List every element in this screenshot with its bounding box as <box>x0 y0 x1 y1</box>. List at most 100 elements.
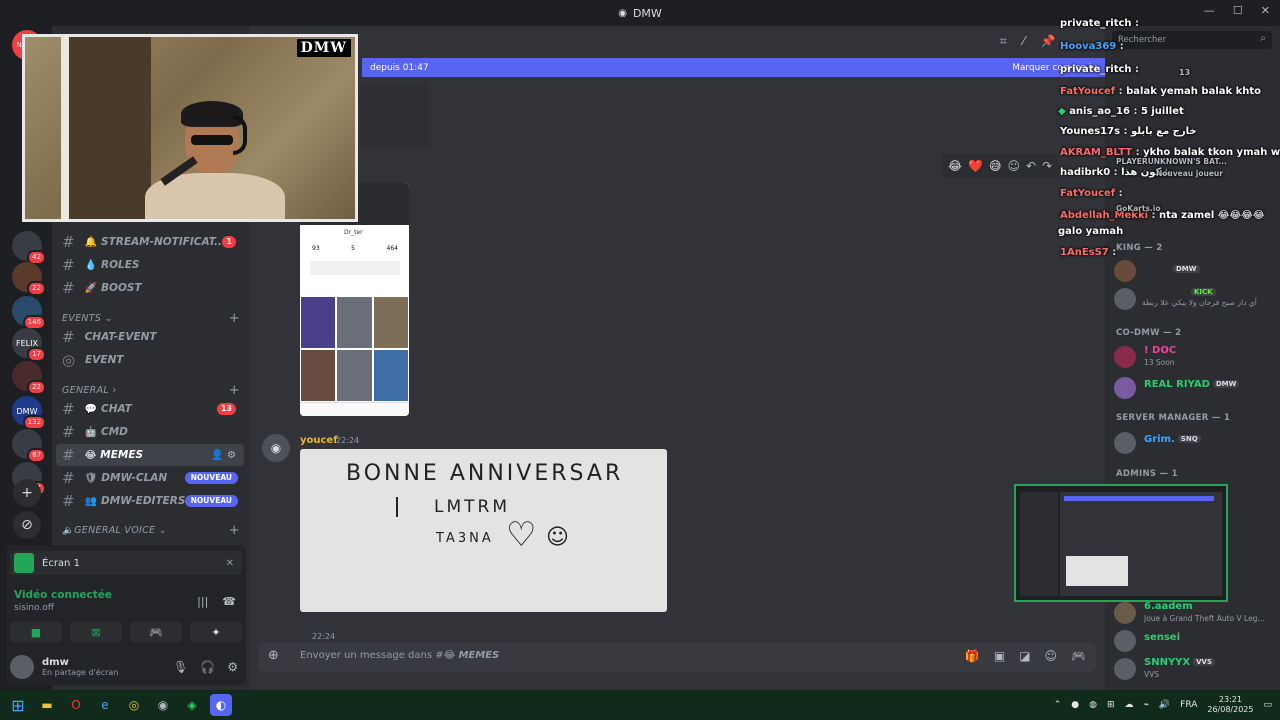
heart-emoji-icon[interactable]: ❤️ <box>968 159 983 173</box>
maximize-button[interactable]: ☐ <box>1233 4 1243 17</box>
clan-icon: 🛡 <box>84 472 98 484</box>
gif-icon[interactable]: ▣ <box>994 649 1005 663</box>
channel-boost[interactable]: # 🚀 BOOST <box>56 277 244 299</box>
member-item[interactable]: REAL RIYAD DMW <box>1114 375 1274 399</box>
channel-chat[interactable]: # 💬 CHAT 13 <box>56 398 244 420</box>
add-channel-icon[interactable]: + <box>229 383 240 398</box>
avatar <box>1114 432 1136 454</box>
camera-button[interactable]: ■ <box>10 622 62 642</box>
message-composer[interactable]: ⊕ Envoyer un message dans #😂 MEMES 🎁 ▣ ◪… <box>258 642 1096 672</box>
volume-icon[interactable]: 🔊 <box>1159 700 1170 710</box>
file-explorer-icon[interactable]: ▬ <box>36 694 58 716</box>
member-item[interactable]: sensei <box>1114 628 1274 652</box>
disconnect-icon[interactable]: ☎ <box>222 595 236 608</box>
add-attachment-icon[interactable]: ⊕ <box>268 648 279 663</box>
member-item[interactable]: KICK أي دار صبح فرحان ولا يبكي علا ربطة <box>1114 286 1274 310</box>
unread-banner[interactable]: depuis 01:47 Marquer comme lu <box>362 58 1107 77</box>
pin-icon[interactable]: 📌 <box>1041 34 1056 49</box>
add-reaction-icon[interactable]: ☺ <box>1008 159 1021 173</box>
settings-gear-icon[interactable]: ⚙ <box>227 660 238 674</box>
activity-button[interactable]: 🎮 <box>130 622 182 642</box>
explore-servers-button[interactable]: ⊘ <box>13 511 41 539</box>
overlay-message: ◆ anis_ao_16 : 5 juillet <box>1058 106 1184 117</box>
server-icon[interactable]: 42 <box>12 231 46 265</box>
tray-app-icon[interactable]: ◍ <box>1089 700 1097 710</box>
drawing-attachment[interactable]: BONNE ANNIVERSAR LMTRM TA3NA ♡ ☺ <box>300 449 667 612</box>
category-events[interactable]: EVENTS ⌄ + <box>62 311 244 326</box>
server-icon[interactable]: 87 <box>12 429 46 463</box>
member-item[interactable]: 6.aadem Joue à Grand Theft Auto V Leg... <box>1114 600 1274 624</box>
gift-icon[interactable]: 🎁 <box>965 649 980 663</box>
avatar[interactable]: ◉ <box>262 434 290 462</box>
tray-app-icon[interactable]: ● <box>1071 700 1079 710</box>
add-server-button[interactable]: + <box>13 479 41 507</box>
member-item[interactable]: DMW <box>1114 258 1274 282</box>
app-icon[interactable]: ◈ <box>181 694 203 716</box>
threads-icon[interactable]: ⌗ <box>1000 34 1007 49</box>
voice-status[interactable]: Vidéo connectée <box>14 589 112 601</box>
server-icon[interactable]: 146 <box>12 296 46 330</box>
member-name: ! DOC <box>1144 345 1177 356</box>
soundboard-button[interactable]: ✦ <box>190 622 242 642</box>
minimize-button[interactable]: — <box>1204 4 1215 17</box>
share-screen-button[interactable]: ⊠ <box>70 622 122 642</box>
opera-icon[interactable]: O <box>65 694 87 716</box>
member-item[interactable]: Grim. SNQ <box>1114 430 1274 454</box>
edge-icon[interactable]: e <box>94 694 116 716</box>
category-general[interactable]: GENERAL › + <box>62 383 244 398</box>
signal-icon[interactable]: ||| <box>197 595 208 608</box>
obs-icon[interactable]: ◉ <box>152 694 174 716</box>
new-badge: NOUVEAU <box>184 472 238 484</box>
chrome-icon[interactable]: ◎ <box>123 694 145 716</box>
discord-icon[interactable]: ◐ <box>210 694 232 716</box>
game-icon[interactable]: 🎮 <box>1071 649 1086 663</box>
sticker-icon[interactable]: ◪ <box>1019 649 1030 663</box>
network-icon[interactable]: ⌁ <box>1144 700 1149 710</box>
clock[interactable]: 23:21 26/08/2025 <box>1207 695 1253 715</box>
channel-roles[interactable]: # 💧 ROLES <box>56 254 244 276</box>
message-author[interactable]: youcef <box>300 435 338 446</box>
tray-app-icon[interactable]: ☁ <box>1125 700 1134 710</box>
search-input[interactable]: Rechercher ⌕ <box>1112 31 1272 49</box>
sweat-smile-emoji-icon[interactable]: 😅 <box>989 159 1002 173</box>
chevron-up-icon[interactable]: ⌃ <box>1054 700 1062 710</box>
previous-attachment[interactable] <box>360 82 430 148</box>
channel-chat-event[interactable]: # CHAT-EVENT <box>56 326 244 348</box>
screen-share-row[interactable]: Écran 1 ✕ <box>10 551 242 575</box>
emoji-icon[interactable]: ☺ <box>1045 649 1058 663</box>
notification-icon[interactable]: ▭ <box>1263 700 1272 710</box>
close-button[interactable]: ✕ <box>1261 4 1270 17</box>
server-icon[interactable]: 22 <box>12 361 46 395</box>
category-label: EVENTS <box>62 313 102 324</box>
forward-icon[interactable]: ↷ <box>1042 159 1052 173</box>
language-indicator[interactable]: FRA <box>1180 700 1197 710</box>
add-channel-icon[interactable]: + <box>229 523 240 538</box>
microphone-icon[interactable]: 🎙 <box>173 660 188 674</box>
member-item[interactable]: ! DOC 13 Soon <box>1114 344 1274 368</box>
channel-cmd[interactable]: # 🤖 CMD <box>56 421 244 443</box>
close-icon[interactable]: ✕ <box>226 558 234 569</box>
message-input[interactable]: Envoyer un message dans #😂 MEMES <box>300 650 499 661</box>
channel-memes[interactable]: # 😂 MEMES 👤 ⚙ <box>56 444 244 466</box>
add-channel-icon[interactable]: + <box>229 311 240 326</box>
mute-icon[interactable]: ⁄ <box>1023 34 1025 49</box>
channel-stream-notifications[interactable]: # 🔔 STREAM-NOTIFICAT... 1 <box>56 231 244 253</box>
channel-dmw-clan[interactable]: # 🛡 DMW-CLAN NOUVEAU <box>56 467 244 489</box>
member-item[interactable]: SNNYYX VVS VVS <box>1114 656 1274 680</box>
channel-dmw-editers[interactable]: # 👥 DMW-EDITERS NOUVEAU <box>56 490 244 512</box>
avatar[interactable] <box>10 655 34 679</box>
reply-icon[interactable]: ↶ <box>1026 159 1036 173</box>
server-icon[interactable]: FELIX 17 <box>12 328 46 362</box>
windows-start-icon[interactable]: ⊞ <box>7 694 29 716</box>
search-icon: ⌕ <box>1260 33 1266 44</box>
settings-gear-icon[interactable]: 👤 ⚙ <box>211 450 236 461</box>
screen-share-preview[interactable] <box>1014 484 1228 602</box>
laughing-emoji-icon[interactable]: 😂 <box>948 159 962 173</box>
headphones-icon[interactable]: 🎧 <box>200 660 215 674</box>
server-icon-dmw[interactable]: DMW 132 <box>12 396 46 430</box>
grid-thumb <box>301 350 336 401</box>
tray-app-icon[interactable]: ⊞ <box>1107 700 1115 710</box>
category-general-voice[interactable]: 🔈GENERAL VOICE ⌄ + <box>62 523 244 538</box>
server-icon[interactable]: 22 <box>12 262 46 296</box>
channel-event[interactable]: ◎ EVENT <box>56 349 244 371</box>
